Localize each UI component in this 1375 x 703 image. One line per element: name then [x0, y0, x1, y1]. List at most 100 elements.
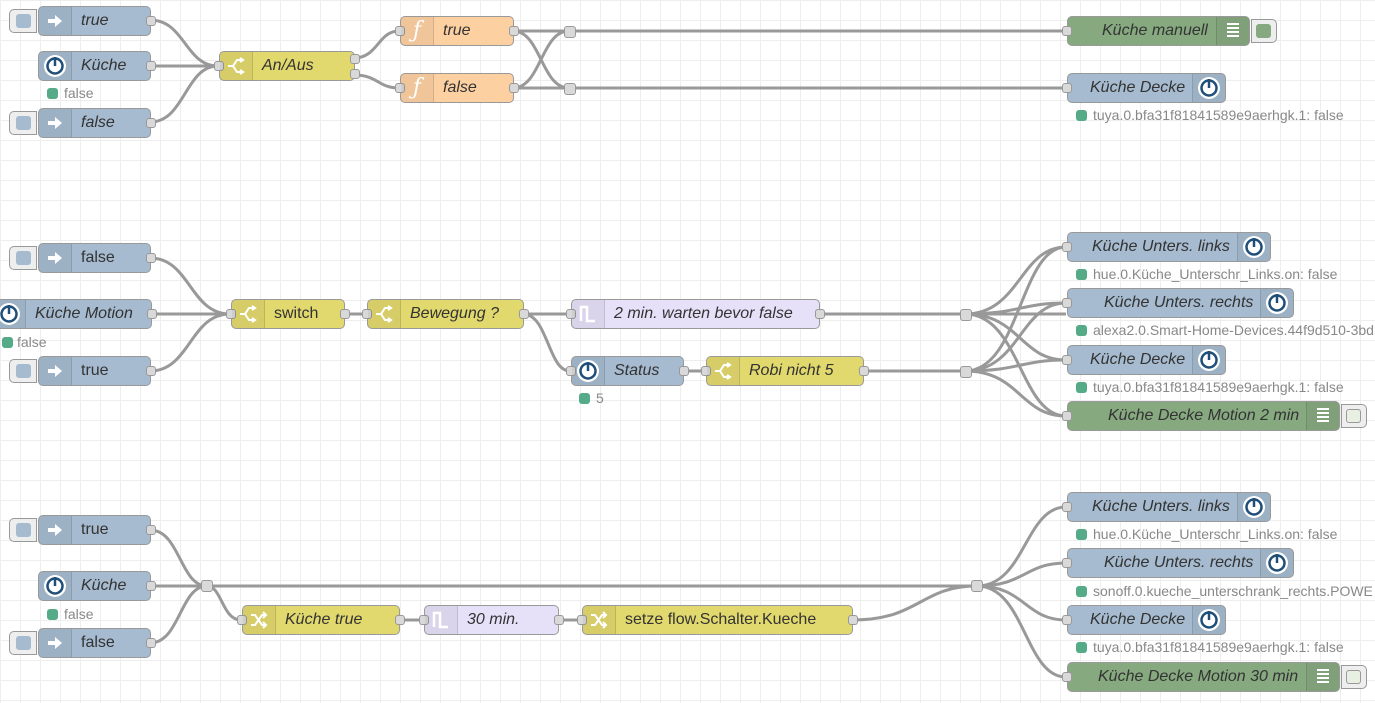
- output-port[interactable]: [146, 118, 156, 128]
- inject-node-true[interactable]: true: [9, 6, 156, 36]
- inject-trigger-button[interactable]: [9, 9, 37, 33]
- inject-node-false[interactable]: false: [9, 243, 156, 273]
- input-port[interactable]: [1062, 242, 1072, 252]
- inject-trigger-button[interactable]: [9, 246, 37, 270]
- debug-toggle-button[interactable]: [1341, 665, 1367, 689]
- change-node-setze-flow-schalter[interactable]: setze flow.Schalter.Kueche: [577, 605, 858, 635]
- inject-trigger-button[interactable]: [9, 518, 37, 542]
- iobroker-out-node-kueche-decke[interactable]: Küche Decke: [1062, 605, 1226, 635]
- iobroker-out-node-unters-links[interactable]: Küche Unters. links: [1062, 232, 1271, 262]
- node-label: Küche Unters. rechts: [1104, 554, 1254, 571]
- output-port[interactable]: [395, 615, 405, 625]
- inject-trigger-button[interactable]: [9, 359, 37, 383]
- status-dot-icon: [2, 337, 13, 348]
- switch-node-switch[interactable]: switch: [226, 299, 350, 329]
- input-port[interactable]: [1062, 298, 1072, 308]
- input-port[interactable]: [1062, 83, 1072, 93]
- output-port-2[interactable]: [350, 69, 360, 79]
- iobroker-out-node-kueche-decke[interactable]: Küche Decke: [1062, 73, 1226, 103]
- inject-trigger-button[interactable]: [9, 111, 37, 135]
- output-port[interactable]: [509, 83, 519, 93]
- debug-node-kueche-manuell[interactable]: Küche manuell: [1062, 16, 1277, 46]
- input-port[interactable]: [1062, 411, 1072, 421]
- status-dot-icon: [47, 88, 58, 99]
- function-node-true[interactable]: ƒ true: [395, 16, 519, 46]
- iobroker-out-node-kueche-decke[interactable]: Küche Decke: [1062, 345, 1226, 375]
- input-port[interactable]: [1062, 558, 1072, 568]
- output-port[interactable]: [679, 366, 689, 376]
- iobroker-out-node-unters-rechts[interactable]: Küche Unters. rechts: [1062, 288, 1294, 318]
- wire-junction[interactable]: [960, 309, 972, 321]
- iobroker-in-node-kueche-motion[interactable]: Küche Motion: [0, 299, 157, 329]
- node-label: Bewegung ?: [410, 305, 499, 322]
- arrow-right-icon: [39, 7, 72, 35]
- wire-junction[interactable]: [971, 580, 983, 592]
- iobroker-in-node-kueche[interactable]: Küche: [38, 51, 156, 81]
- inject-node-false[interactable]: false: [9, 108, 156, 138]
- output-port-1[interactable]: [350, 54, 360, 64]
- wire-junction[interactable]: [564, 83, 576, 95]
- trigger-node-30-min[interactable]: 30 min.: [419, 605, 564, 635]
- iobroker-out-node-unters-links[interactable]: Küche Unters. links: [1062, 492, 1271, 522]
- output-port[interactable]: [519, 309, 529, 319]
- input-port[interactable]: [1062, 672, 1072, 682]
- debug-toggle-button[interactable]: [1341, 404, 1367, 428]
- iobroker-in-node-kueche[interactable]: Küche: [38, 571, 156, 601]
- node-label: switch: [274, 305, 319, 322]
- wire-junction[interactable]: [201, 580, 213, 592]
- switch-node-an-aus[interactable]: An/Aus: [214, 51, 360, 81]
- debug-toggle-button[interactable]: [1251, 19, 1277, 43]
- status-dot-icon: [1076, 529, 1087, 540]
- output-port[interactable]: [859, 366, 869, 376]
- node-label: Küche: [81, 577, 127, 594]
- iobroker-out-node-unters-rechts[interactable]: Küche Unters. rechts: [1062, 548, 1294, 578]
- wire-junction[interactable]: [564, 26, 576, 38]
- input-port[interactable]: [1062, 26, 1072, 36]
- trigger-node-2-min[interactable]: 2 min. warten bevor false: [566, 299, 825, 329]
- node-status: tuya.0.bfa31f81841589e9aerhgk.1: false: [1076, 108, 1344, 122]
- inject-node-false[interactable]: false: [9, 628, 156, 658]
- output-port[interactable]: [815, 309, 825, 319]
- output-port[interactable]: [146, 366, 156, 376]
- node-status: false: [2, 335, 47, 349]
- power-icon: [39, 572, 72, 600]
- output-port[interactable]: [146, 16, 156, 26]
- status-dot-icon: [1076, 269, 1087, 280]
- status-dot-icon: [1076, 325, 1087, 336]
- node-status: sonoff.0.kueche_unterschrank_rechts.POWE: [1076, 584, 1373, 598]
- change-node-kueche-true[interactable]: Küche true: [237, 605, 405, 635]
- trigger-icon: [572, 300, 605, 328]
- inject-node-true[interactable]: true: [9, 356, 156, 386]
- output-port[interactable]: [146, 61, 156, 71]
- output-port[interactable]: [146, 253, 156, 263]
- input-port[interactable]: [1062, 615, 1072, 625]
- iobroker-get-node-status[interactable]: Status: [566, 356, 689, 386]
- node-status: 5: [579, 391, 604, 405]
- output-port[interactable]: [146, 525, 156, 535]
- node-label: Status: [614, 362, 660, 379]
- output-port[interactable]: [554, 615, 564, 625]
- status-dot-icon: [1076, 642, 1087, 653]
- output-port[interactable]: [147, 309, 157, 319]
- arrow-right-icon: [39, 109, 72, 137]
- wire-junction[interactable]: [960, 366, 972, 378]
- output-port[interactable]: [146, 638, 156, 648]
- output-port[interactable]: [509, 26, 519, 36]
- power-icon: [572, 357, 605, 385]
- input-port[interactable]: [1062, 355, 1072, 365]
- output-port[interactable]: [146, 581, 156, 591]
- function-node-false[interactable]: ƒ false: [395, 73, 519, 103]
- node-label: false: [81, 249, 115, 266]
- inject-node-true[interactable]: true: [9, 515, 156, 545]
- inject-trigger-button[interactable]: [9, 631, 37, 655]
- output-port[interactable]: [848, 615, 858, 625]
- node-label: Küche Decke Motion 2 min: [1108, 407, 1300, 424]
- debug-node-decke-motion-2-min[interactable]: Küche Decke Motion 2 min: [1062, 401, 1367, 431]
- node-label: Küche: [81, 57, 127, 74]
- input-port[interactable]: [1062, 502, 1072, 512]
- output-port[interactable]: [340, 309, 350, 319]
- node-label: Küche Motion: [35, 305, 133, 322]
- switch-node-robi-nicht-5[interactable]: Robi nicht 5: [701, 356, 869, 386]
- switch-node-bewegung[interactable]: Bewegung ?: [362, 299, 529, 329]
- debug-node-decke-motion-30-min[interactable]: Küche Decke Motion 30 min: [1062, 662, 1367, 692]
